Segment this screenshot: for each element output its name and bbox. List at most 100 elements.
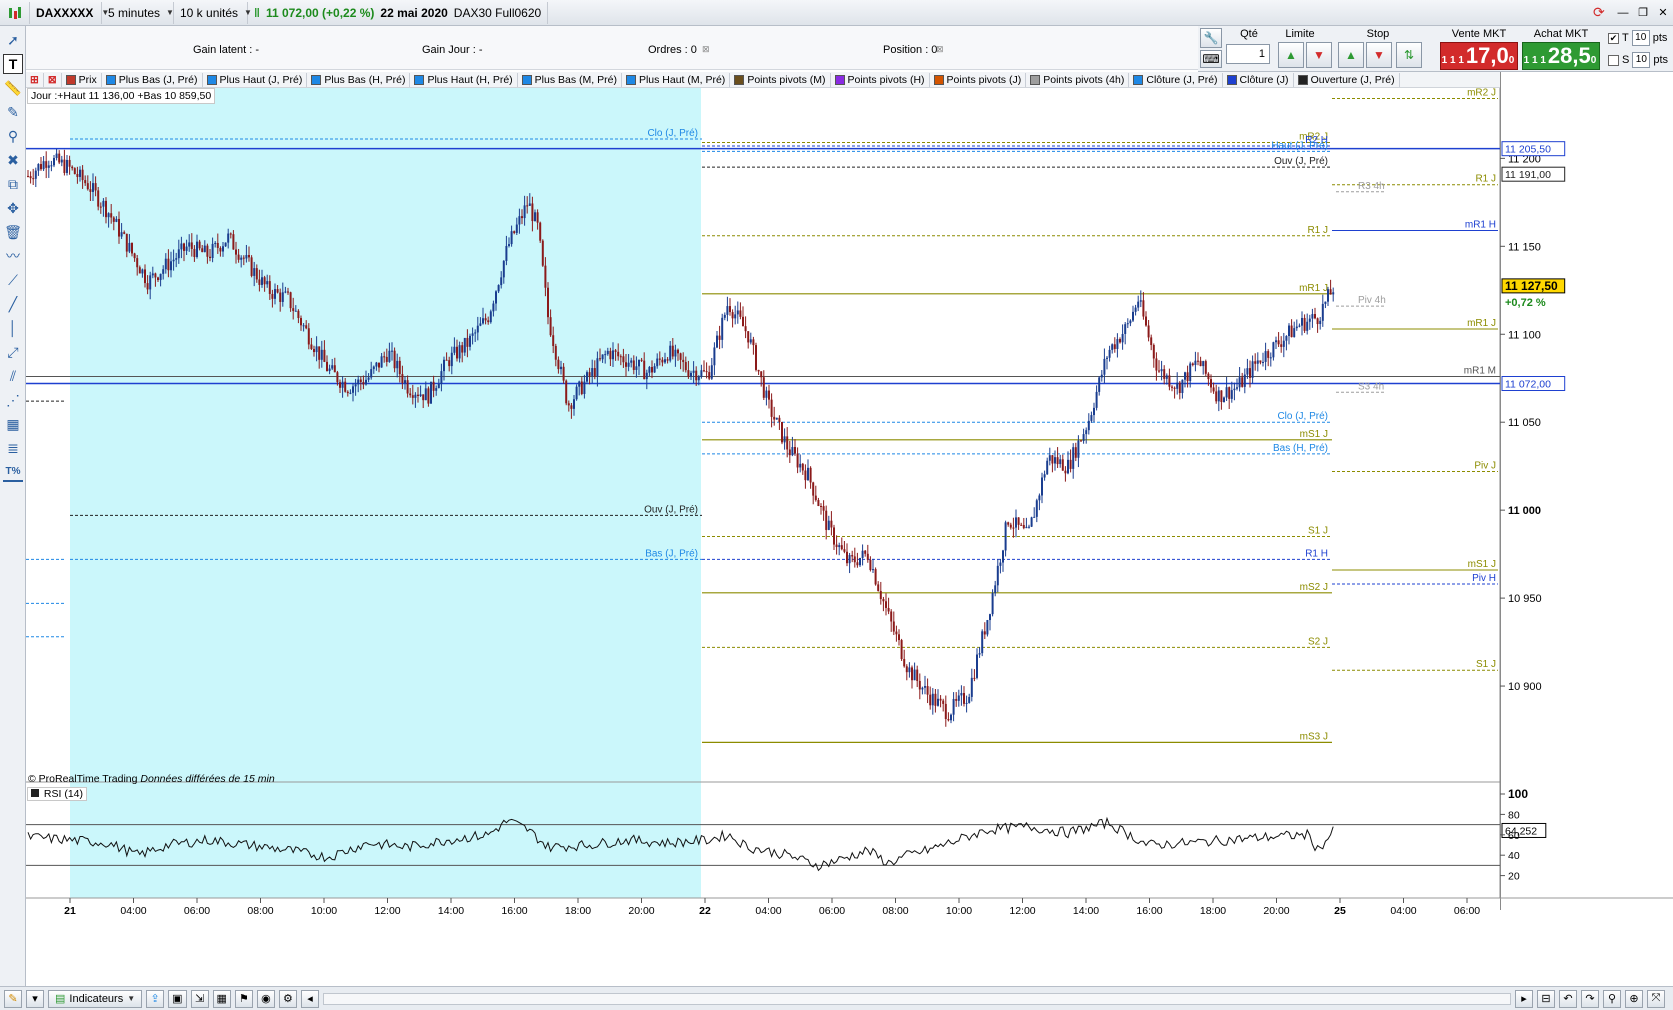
vertical-line-icon[interactable]: │ bbox=[3, 318, 23, 338]
s-option[interactable]: S 10 pts bbox=[1608, 52, 1668, 68]
rsi-tick-label: 40 bbox=[1508, 850, 1520, 862]
timeframe-selector[interactable]: 5 minutes ▼ bbox=[102, 1, 174, 24]
s-points-input[interactable]: 10 bbox=[1632, 52, 1651, 68]
redo-icon[interactable]: ↷ bbox=[1581, 989, 1599, 1008]
stop-alt-button[interactable]: ⇅ bbox=[1396, 42, 1422, 68]
limit-sell-button[interactable]: ▼ bbox=[1306, 42, 1332, 68]
level-label: Ouv (J, Pré) bbox=[644, 504, 698, 515]
scroll-left-icon[interactable]: ◂ bbox=[300, 989, 319, 1008]
pencil-icon[interactable]: ✎ bbox=[4, 989, 22, 1008]
fit-icon[interactable]: ⤧ bbox=[1647, 989, 1665, 1008]
quantity-input[interactable]: 1 bbox=[1226, 44, 1270, 64]
line-icon[interactable]: ╱ bbox=[3, 294, 23, 314]
price-chart[interactable]: Clo (J, Pré) Ouv (J, Pré) Bas (J, Pré) mR2 … bbox=[26, 88, 1673, 986]
fibonacci-icon[interactable]: ⋰ bbox=[3, 390, 23, 410]
rsi-tick-label: 80 bbox=[1508, 809, 1520, 821]
camera-icon[interactable]: ◉ bbox=[256, 989, 275, 1008]
units-selector[interactable]: 10 k unités ▼ bbox=[174, 1, 252, 24]
levels-icon[interactable]: ≣ bbox=[3, 438, 23, 458]
candle-body bbox=[736, 310, 739, 315]
candle-body bbox=[89, 189, 92, 192]
horizontal-scrollbar[interactable] bbox=[322, 992, 1511, 1005]
legend-item[interactable]: Points pivots (4h) bbox=[1026, 72, 1130, 87]
candle-body bbox=[1275, 340, 1277, 343]
zoom-in-icon[interactable]: ⊕ bbox=[1625, 989, 1643, 1008]
restore-icon[interactable]: ❐ bbox=[1633, 6, 1653, 19]
segment-icon[interactable]: ⤢ bbox=[3, 342, 23, 362]
legend-item[interactable]: Plus Haut (H, Pré) bbox=[410, 72, 518, 87]
channel-icon[interactable]: ⫽ bbox=[3, 366, 23, 386]
remove-indicator-button[interactable]: ⊠ bbox=[44, 72, 62, 87]
legend-item[interactable]: Prix bbox=[62, 72, 102, 87]
stop-buy-button[interactable]: ▲ bbox=[1338, 42, 1364, 68]
wave-icon[interactable]: 〰 bbox=[3, 246, 23, 266]
export-icon[interactable]: ⇲ bbox=[190, 989, 209, 1008]
legend-item[interactable]: Points pivots (H) bbox=[831, 72, 930, 87]
legend-item[interactable]: Plus Haut (J, Pré) bbox=[203, 72, 308, 87]
zoom-out-icon[interactable]: ⊟ bbox=[1537, 989, 1555, 1008]
keyboard-icon[interactable]: ⌨ bbox=[1200, 50, 1222, 68]
ruler-icon[interactable]: 📏 bbox=[3, 78, 23, 98]
stop-sell-button[interactable]: ▼ bbox=[1366, 42, 1392, 68]
share-icon[interactable]: ⇪ bbox=[146, 989, 165, 1008]
price-tick-label: 10 950 bbox=[1508, 593, 1542, 605]
text-tool-icon[interactable]: T bbox=[3, 54, 23, 74]
candle-body bbox=[534, 212, 536, 222]
add-indicator-button[interactable]: ⊞ bbox=[26, 72, 44, 87]
grid-icon[interactable]: ▦ bbox=[3, 414, 23, 434]
cross-icon[interactable]: ✖ bbox=[3, 150, 23, 170]
t-points-input[interactable]: 10 bbox=[1631, 30, 1650, 46]
rsi-indicator-label[interactable]: RSI (14) bbox=[27, 787, 88, 801]
legend-item[interactable]: Plus Bas (H, Pré) bbox=[307, 72, 411, 87]
pointer-icon[interactable]: ➚ bbox=[3, 30, 23, 50]
refresh-icon[interactable]: ⟳ bbox=[1593, 4, 1613, 21]
legend-item[interactable]: Plus Haut (M, Pré) bbox=[622, 72, 731, 87]
legend-item[interactable]: Clôture (J) bbox=[1223, 72, 1294, 87]
alert-icon[interactable]: ⚑ bbox=[234, 989, 253, 1008]
level-label: mR2 J bbox=[1467, 88, 1496, 99]
draw-icon[interactable]: ✎ bbox=[3, 102, 23, 122]
zoom-icon[interactable]: ⚲ bbox=[3, 126, 23, 146]
close-icon[interactable]: ✕ bbox=[1653, 6, 1673, 19]
candle-body bbox=[229, 233, 232, 235]
config-icon[interactable]: ⚙ bbox=[278, 989, 297, 1008]
copyright-owner: © ProRealTime Trading bbox=[28, 773, 138, 785]
candle-body bbox=[983, 631, 986, 635]
candle-body bbox=[344, 381, 347, 392]
t-option[interactable]: ✔ T 10 pts bbox=[1608, 30, 1667, 46]
screen-icon[interactable]: ▣ bbox=[168, 989, 187, 1008]
legend-item[interactable]: Plus Bas (M, Pré) bbox=[518, 72, 622, 87]
candle-body bbox=[1139, 300, 1142, 302]
candle-body bbox=[1202, 361, 1205, 367]
search-zoom-icon[interactable]: ⚲ bbox=[1603, 989, 1621, 1008]
indicators-button[interactable]: ▤ Indicateurs ▼ bbox=[48, 989, 143, 1008]
orders-icon[interactable]: ⊠ bbox=[702, 44, 710, 55]
settings-wrench-icon[interactable]: 🔧 bbox=[1200, 28, 1222, 48]
move-icon[interactable]: ✥ bbox=[3, 198, 23, 218]
minimize-icon[interactable]: — bbox=[1613, 7, 1633, 19]
t-checkbox[interactable]: ✔ bbox=[1608, 32, 1619, 44]
undo-icon[interactable]: ↶ bbox=[1559, 989, 1577, 1008]
scroll-right-icon[interactable]: ▸ bbox=[1515, 989, 1533, 1008]
buy-market-button[interactable]: 1 1 1 28,5 0 bbox=[1522, 42, 1600, 70]
s-checkbox[interactable] bbox=[1608, 54, 1619, 66]
limit-buy-button[interactable]: ▲ bbox=[1278, 42, 1304, 68]
legend-item[interactable]: Ouverture (J, Pré) bbox=[1294, 72, 1400, 87]
legend-item[interactable]: Points pivots (J) bbox=[930, 72, 1027, 87]
percent-tool-icon[interactable]: T% bbox=[3, 462, 23, 482]
sell-market-button[interactable]: 1 1 1 17,0 0 bbox=[1440, 42, 1518, 70]
legend-label: Clôture (J) bbox=[1239, 73, 1289, 86]
trash-icon[interactable]: 🗑 bbox=[3, 222, 23, 242]
legend-item[interactable]: Clôture (J, Pré) bbox=[1129, 72, 1223, 87]
dropdown-icon[interactable]: ▾ bbox=[26, 989, 44, 1008]
legend-item[interactable]: Plus Bas (J, Pré) bbox=[102, 72, 203, 87]
instrument-selector[interactable]: DAXXXXX ▼ bbox=[30, 1, 109, 24]
chevron-down-icon: ▼ bbox=[166, 8, 174, 17]
copy-icon[interactable]: ⧉ bbox=[3, 174, 23, 194]
trend-icon[interactable]: ⟋ bbox=[3, 270, 23, 290]
position-icon[interactable]: ⊠ bbox=[936, 44, 944, 55]
legend-item[interactable]: Points pivots (M) bbox=[730, 72, 831, 87]
calendar-icon[interactable]: ▦ bbox=[212, 989, 231, 1008]
candle-body bbox=[963, 693, 965, 704]
candle-body bbox=[92, 183, 94, 192]
